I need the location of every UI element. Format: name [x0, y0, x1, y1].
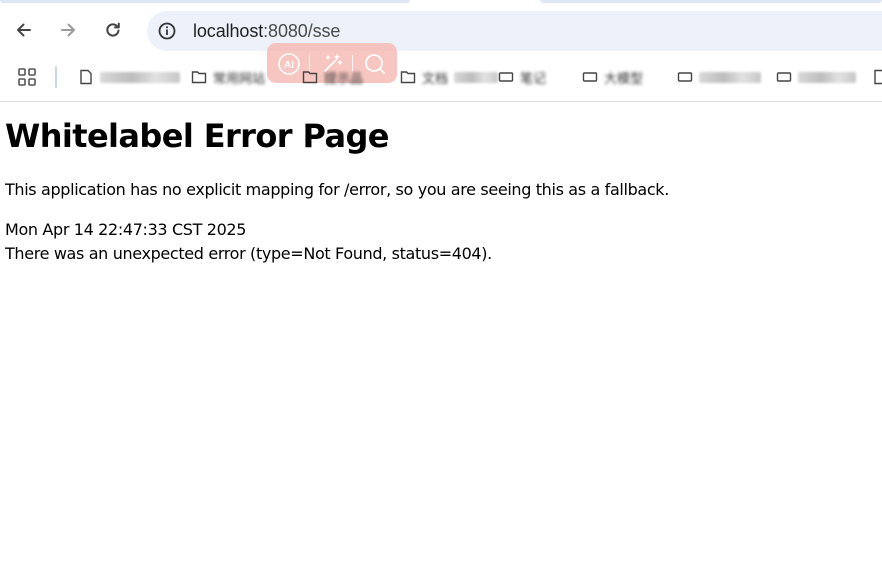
ai-button[interactable]: AI	[276, 51, 302, 77]
reload-icon	[106, 22, 120, 37]
error-message: This application has no explicit mapping…	[5, 180, 669, 199]
bookmark-item[interactable]	[78, 66, 180, 88]
bookmark-item[interactable]: 大模型	[582, 66, 643, 88]
bookmark-label: 常用网站	[213, 70, 266, 86]
page-icon	[776, 72, 792, 82]
url-host: localhost	[193, 21, 264, 41]
bookmark-folder[interactable]: 提示品	[302, 66, 363, 88]
page-icon	[582, 72, 598, 82]
ai-icon: AI	[278, 53, 300, 75]
error-timestamp: Mon Apr 14 22:47:33 CST 2025	[5, 220, 247, 239]
bookmarks-divider	[55, 66, 57, 88]
folder-icon	[400, 71, 416, 84]
page-icon	[874, 69, 882, 85]
page-icon	[677, 72, 693, 82]
bookmark-label: 大模型	[604, 70, 644, 86]
bookmark-item[interactable]	[677, 66, 761, 88]
folder-icon	[191, 71, 207, 84]
bookmark-label: 笔记	[520, 70, 547, 86]
bookmark-folder[interactable]: 常用网站	[191, 66, 265, 88]
page-icon	[80, 69, 92, 85]
apps-grid-icon[interactable]	[18, 68, 36, 86]
arrow-left-icon	[17, 23, 31, 37]
info-circle-icon[interactable]	[157, 21, 177, 41]
bookmark-label: 文档	[422, 70, 449, 86]
address-bar[interactable]: localhost:8080/sse	[147, 11, 882, 51]
reload-button[interactable]	[99, 16, 127, 44]
page-title: Whitelabel Error Page	[5, 117, 389, 155]
tab-strip	[0, 0, 882, 3]
chrome-divider	[0, 101, 882, 102]
url-path: :8080/sse	[263, 21, 341, 41]
bookmark-item[interactable]: 笔记	[498, 66, 546, 88]
bookmark-item[interactable]	[776, 66, 856, 88]
page-icon	[498, 72, 514, 82]
error-details: There was an unexpected error (type=Not …	[5, 244, 492, 263]
browser-chrome: localhost:8080/sse AI 常用网站 提示品 文档 笔记 大模型	[0, 0, 882, 102]
url-text[interactable]: localhost:8080/sse	[193, 20, 340, 42]
bookmark-folder[interactable]: 文档	[400, 66, 499, 88]
folder-icon	[302, 71, 318, 84]
bookmark-label: 提示品	[324, 70, 364, 86]
back-button[interactable]	[10, 16, 38, 44]
arrow-right-icon	[61, 23, 75, 37]
svg-text:AI: AI	[284, 60, 294, 71]
search-icon	[365, 54, 385, 74]
search-button[interactable]	[362, 51, 388, 77]
forward-button[interactable]	[54, 16, 82, 44]
bookmark-item[interactable]	[872, 66, 882, 88]
